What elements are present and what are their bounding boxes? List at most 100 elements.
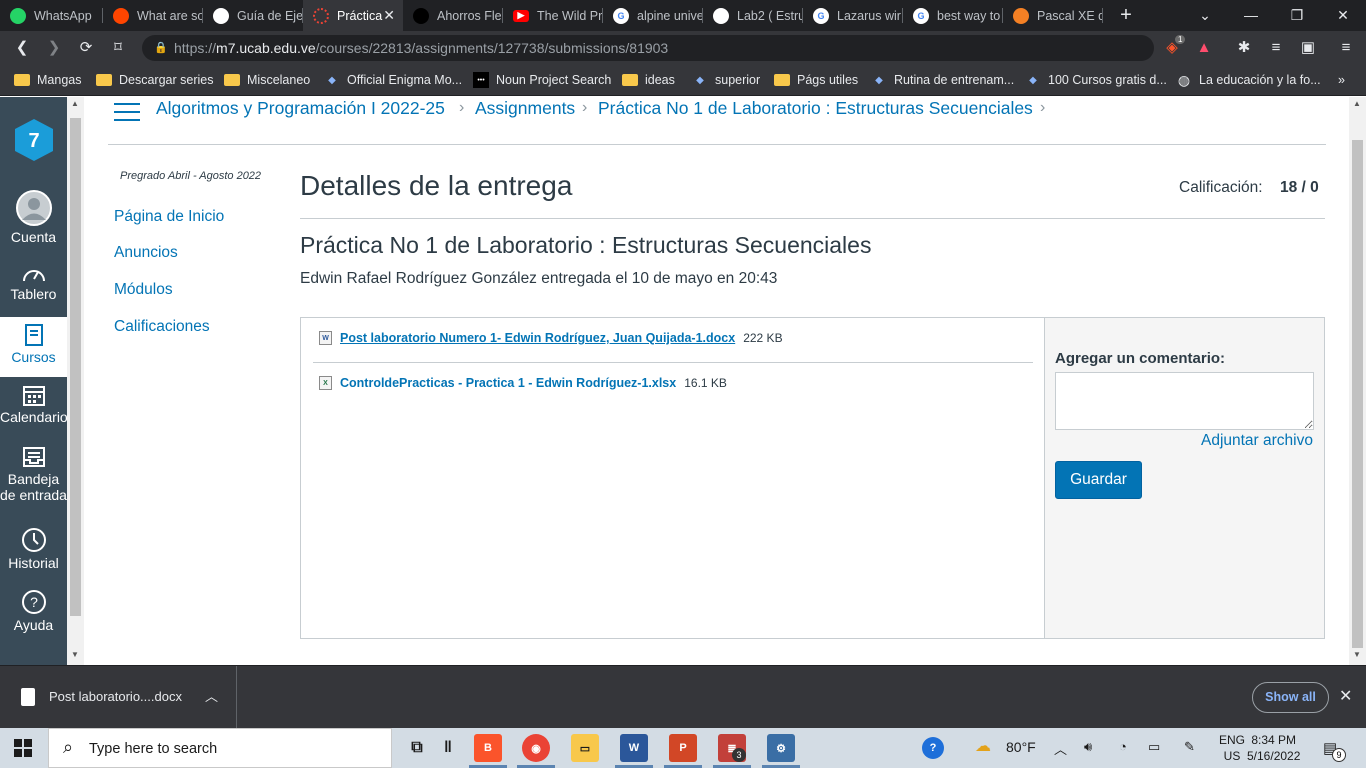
volume-icon[interactable]: 🔊︎ [1084, 739, 1092, 755]
powerpoint-app-icon[interactable]: P [669, 734, 697, 762]
menu-icon[interactable]: ≡ [1334, 36, 1358, 60]
global-nav-help[interactable]: ? Ayuda [0, 589, 67, 633]
attach-file-link[interactable]: Adjuntar archivo [1201, 432, 1313, 450]
windows-start-icon[interactable] [14, 739, 32, 757]
weather-icon[interactable]: ☁ [975, 736, 991, 756]
browser-tab[interactable]: ▶ The Wild Pr [503, 0, 603, 31]
bookmark-label: 100 Cursos gratis d... [1048, 73, 1167, 87]
file-link-xlsx[interactable]: ControldePracticas - Practica 1 - Edwin … [340, 376, 676, 390]
tab-label: alpine unive [637, 8, 703, 23]
chevron-up-icon[interactable]: ︿ [205, 686, 218, 705]
clock[interactable]: 8:34 PM 5/16/2022 [1247, 732, 1300, 764]
global-nav-history[interactable]: Historial [0, 527, 67, 571]
bookmark-item[interactable]: Miscelaneo [224, 65, 310, 95]
bookmark-icon[interactable]: ⌑ [106, 36, 130, 60]
browser-tab[interactable]: G Lazarus wir [803, 0, 903, 31]
bookmark-item[interactable]: ◍ La educación y la fo... [1176, 65, 1321, 95]
bookmark-item[interactable]: ••• Noun Project Search [473, 65, 611, 95]
language-indicator[interactable]: ENG US [1219, 732, 1245, 764]
new-tab-button[interactable]: + [1114, 3, 1138, 27]
windows-taskbar: ⌕ Type here to search ⧉ ‖ B ◉ ▭ W P ≣ 3 … [0, 728, 1366, 768]
more-bookmarks-icon[interactable]: » [1338, 65, 1345, 95]
bookmark-label: Official Enigma Mo... [347, 73, 463, 87]
scroll-up-arrow-icon[interactable]: ▲ [71, 99, 79, 108]
breadcrumb-assignments[interactable]: Assignments [475, 98, 575, 119]
show-all-button[interactable]: Show all [1252, 682, 1329, 713]
browser-tab[interactable]: Ahorros Flex [403, 0, 503, 31]
hamburger-menu-icon[interactable] [114, 103, 140, 123]
global-nav-calendar[interactable]: Calendario [0, 383, 68, 425]
pen-icon[interactable]: ✎ [1184, 739, 1195, 755]
restore-button[interactable]: ❐ [1274, 0, 1320, 31]
bookmark-item[interactable]: ◆ Rutina de entrenam... [871, 65, 1014, 95]
course-nav-home[interactable]: Página de Inicio [114, 208, 224, 226]
back-icon[interactable]: ❮ [10, 36, 34, 60]
widgets-icon[interactable]: ‖ [434, 734, 462, 762]
bookmark-item[interactable]: ◆ 100 Cursos gratis d... [1025, 65, 1167, 95]
file-explorer-icon[interactable]: ▭ [571, 734, 599, 762]
bookmark-item[interactable]: ◆ Official Enigma Mo... [324, 65, 462, 95]
file-link-docx[interactable]: Post laboratorio Numero 1- Edwin Rodrígu… [340, 331, 735, 345]
browser-tab[interactable]: What are so [103, 0, 203, 31]
course-nav-grades[interactable]: Calificaciones [114, 318, 210, 336]
globe-icon [213, 7, 229, 24]
browser-tab[interactable]: Pascal XE de [1003, 0, 1103, 31]
close-icon[interactable]: ✕ [1339, 686, 1352, 706]
page-scroll-up-icon[interactable]: ▲ [1353, 99, 1361, 108]
tab-search-button[interactable]: ⌄ [1182, 0, 1228, 31]
show-hidden-icons-icon[interactable]: ︿ [1054, 739, 1067, 758]
url-path: /courses/22813/assignments/127738/submis… [315, 40, 669, 56]
battery-icon[interactable]: ▭ [1148, 739, 1160, 755]
page-scroll-down-icon[interactable]: ▼ [1353, 650, 1361, 659]
browser-tab-strip: WhatsApp What are so Guía de Ejer Práctica ✕… [0, 0, 1366, 31]
global-nav-account[interactable]: Cuenta [0, 189, 67, 245]
breadcrumb-course[interactable]: Algoritmos y Programación I 2022-25 [156, 98, 445, 119]
download-item[interactable]: Post laboratorio....docx ︿ [0, 666, 237, 729]
taskbar-search-box[interactable]: ⌕ Type here to search [48, 728, 392, 768]
network-icon[interactable]: ◔ [1119, 739, 1127, 754]
m7-logo[interactable]: 7 [11, 117, 57, 163]
close-window-button[interactable]: ✕ [1320, 0, 1366, 31]
calendar-icon [22, 386, 45, 406]
media-icon[interactable]: ≡ [1264, 36, 1288, 60]
browser-tab[interactable]: WhatsApp [0, 0, 103, 31]
browser-tab[interactable]: Guía de Ejer [203, 0, 303, 31]
grade-label: Calificación: [1179, 179, 1263, 196]
wallet-icon[interactable]: ▣ [1296, 36, 1320, 60]
close-tab-icon[interactable]: ✕ [383, 7, 395, 24]
brave-app-icon[interactable]: B [474, 734, 502, 762]
bookmark-item[interactable]: Mangas [14, 65, 81, 95]
address-bar[interactable]: 🔒 https://m7.ucab.edu.ve/courses/22813/as… [142, 35, 1154, 61]
forward-icon[interactable]: ❯ [42, 36, 66, 60]
browser-tab[interactable]: Práctica ✕ [303, 0, 403, 31]
settings-app-icon[interactable]: ⚙ [767, 734, 795, 762]
word-app-icon[interactable]: W [620, 734, 648, 762]
help-tray-icon[interactable]: ? [922, 737, 944, 759]
extensions-icon[interactable]: ✱ [1232, 36, 1256, 60]
chrome-app-icon[interactable]: ◉ [522, 734, 550, 762]
bookmark-item[interactable]: ◆ superior [692, 65, 760, 95]
bookmark-item[interactable]: Descargar series [96, 65, 213, 95]
page-scrollbar-thumb[interactable] [1352, 140, 1363, 648]
bookmark-item[interactable]: ideas [622, 65, 675, 95]
course-nav-announcements[interactable]: Anuncios [114, 244, 178, 262]
task-view-icon[interactable]: ⧉ [403, 734, 431, 762]
global-nav-inbox[interactable]: Bandeja de entrada [0, 445, 67, 503]
global-nav-courses[interactable]: Cursos [0, 317, 67, 377]
minimize-button[interactable]: — [1228, 0, 1274, 31]
bookmark-item[interactable]: Págs utiles [774, 65, 858, 95]
browser-tab[interactable]: Lab2 ( Estru [703, 0, 803, 31]
breadcrumb-assignment[interactable]: Práctica No 1 de Laboratorio : Estructur… [598, 98, 1033, 119]
weather-temp[interactable]: 80°F [1006, 739, 1036, 755]
left-scrollbar-thumb[interactable] [70, 118, 81, 616]
scroll-down-arrow-icon[interactable]: ▼ [71, 650, 79, 659]
comment-textarea[interactable] [1055, 372, 1314, 430]
browser-tab[interactable]: Gbest way to [903, 0, 1003, 31]
course-nav-modules[interactable]: Módulos [114, 281, 173, 299]
global-nav-dashboard[interactable]: Tablero [0, 262, 67, 302]
global-navigation: 7 Cuenta Tablero Cursos Calendario Bandeja de… [0, 97, 68, 665]
reload-icon[interactable]: ⟳ [74, 36, 98, 60]
browser-tab[interactable]: Galpine unive [603, 0, 703, 31]
brave-rewards-icon[interactable]: ▲ [1192, 36, 1216, 60]
save-button[interactable]: Guardar [1055, 461, 1142, 499]
